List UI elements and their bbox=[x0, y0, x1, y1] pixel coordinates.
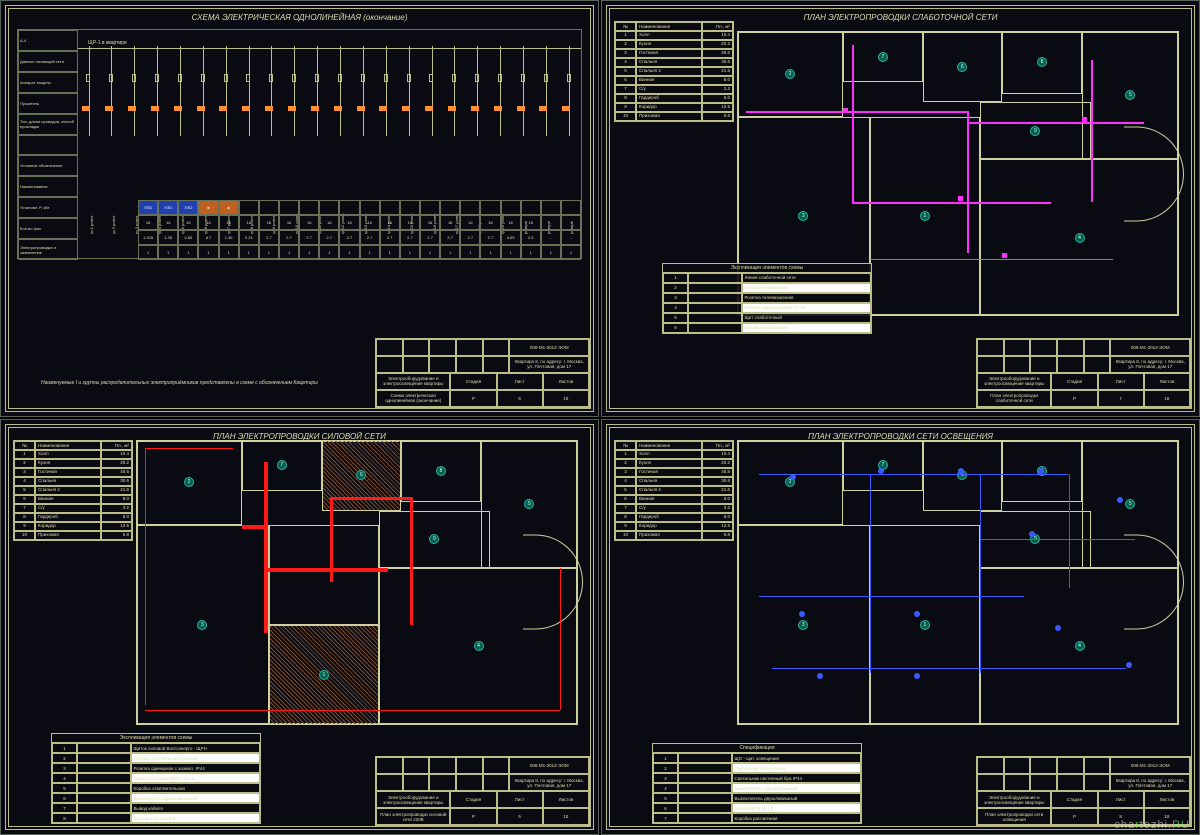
circuit: гр.5 розет. bbox=[169, 46, 190, 216]
room-schedule: №НаименованиеПл., м²1Холл10.42Кухня20.23… bbox=[614, 21, 734, 122]
circuit: гр.19 розет. bbox=[490, 46, 511, 216]
sld-row-header: Наименование bbox=[18, 176, 78, 197]
tb-doc: Схема электрическая однолинейная (оконча… bbox=[376, 390, 450, 407]
title-block: 008-М1-2012-ЭОМ Квартира 8, по адресу: г… bbox=[976, 756, 1191, 826]
sld-row-header: Тип, длина проводов, способ прокладки bbox=[18, 114, 78, 135]
circuit: гр.13 розет. bbox=[352, 46, 373, 216]
legend-table: Спецификация1ЩО - щит освещения2Светильн… bbox=[652, 743, 862, 824]
diagram-note: Наименуемые I и группы распределительных… bbox=[41, 380, 318, 386]
circuit: гр.16 розет. bbox=[421, 46, 442, 216]
legend-table: Экспликация элементов схемы1Линия слабот… bbox=[662, 263, 872, 334]
sld-circuits: гр.1 розет.гр.2 розет.гр.3 розет.гр.4 ро… bbox=[78, 30, 581, 260]
sld-row-header: Кол-во фаз bbox=[18, 218, 78, 239]
room-schedule: №НаименованиеПл., м²1Холл10.42Кухня20.23… bbox=[614, 440, 734, 541]
sld-row-header: А-4 bbox=[18, 30, 78, 51]
tb-object: Квартира 8, по адресу: г. Москва, ул. По… bbox=[509, 356, 589, 373]
circuit: гр.15 розет. bbox=[398, 46, 419, 216]
circuit: гр.14 розет. bbox=[375, 46, 396, 216]
circuit: гр.12 розет. bbox=[330, 46, 351, 216]
floor-plan: 2 7 6 8 5 3 1 9 4 bbox=[136, 440, 578, 725]
sld-row-header: Условное обозначение bbox=[18, 155, 78, 176]
watermark: chartezhi.RU bbox=[1114, 819, 1190, 831]
sheet-low-voltage-plan: ПЛАН ЭЛЕКТРОПРОВОДКИ СЛАБОТОЧНОЙ СЕТИ №Н… bbox=[601, 0, 1200, 417]
circuit: резерв bbox=[535, 46, 556, 216]
circuit: гр.3 розет. bbox=[124, 46, 145, 216]
room-schedule: №НаименованиеПл., м²1Холл10.42Кухня20.23… bbox=[13, 440, 133, 541]
sheet-power-plan: ПЛАН ЭЛЕКТРОПРОВОДКИ СИЛОВОЙ СЕТИ №Наиме… bbox=[0, 419, 599, 835]
title-block: 008-М1-2012-ЭОМ Квартира 8, по адресу: г… bbox=[375, 338, 590, 408]
circuit: гр.1 розет. bbox=[78, 46, 99, 216]
circuit: резерв bbox=[558, 46, 579, 216]
title-block: 008-М1-2012-ЭОМ Квартира 8, по адресу: г… bbox=[976, 338, 1191, 408]
sld-row-header: Пускатель bbox=[18, 93, 78, 114]
sld-row-headers: А-4Данные питающей сетиАппарат защитыПус… bbox=[18, 30, 78, 260]
floor-plan: 2 7 6 8 5 3 1 9 4 bbox=[737, 440, 1179, 725]
tb-section: Электрооборудование и электроосвещение к… bbox=[376, 373, 450, 390]
sheet-lighting-plan: ПЛАН ЭЛЕКТРОПРОВОДКИ СЕТИ ОСВЕЩЕНИЯ №Наи… bbox=[601, 419, 1200, 835]
tb-code: 008-М1-2012-ЭОМ bbox=[509, 339, 589, 356]
legend-table: Экспликация элементов схемы1Щиток силово… bbox=[51, 733, 261, 824]
circuit: гр.4 розет. bbox=[147, 46, 168, 216]
sld-row-header: Аппарат защиты bbox=[18, 72, 78, 93]
tb-page: 6 bbox=[497, 390, 543, 407]
circuit: резерв bbox=[512, 46, 533, 216]
single-line-diagram: А-4Данные питающей сетиАппарат защитыПус… bbox=[17, 29, 582, 259]
panel-label: ЩР-1 в квартире bbox=[88, 40, 127, 46]
circuit: гр.8 розет. bbox=[238, 46, 259, 216]
circuit: гр.6 розет. bbox=[192, 46, 213, 216]
sheet-single-line-diagram: СХЕМА ЭЛЕКТРИЧЕСКАЯ ОДНОЛИНЕЙНАЯ (оконча… bbox=[0, 0, 599, 417]
sld-row-header: Данные питающей сети bbox=[18, 51, 78, 72]
circuit: гр.10 розет. bbox=[284, 46, 305, 216]
tb-total: 18 bbox=[543, 390, 589, 407]
sld-row-header bbox=[18, 135, 78, 156]
circuit: гр.7 розет. bbox=[215, 46, 236, 216]
circuit: гр.18 розет. bbox=[467, 46, 488, 216]
circuit: гр.17 розет. bbox=[444, 46, 465, 216]
title-block: 008-М1-2012-ЭОМ Квартира 8, по адресу: г… bbox=[375, 756, 590, 826]
circuit: гр.11 розет. bbox=[307, 46, 328, 216]
circuit: гр.9 розет. bbox=[261, 46, 282, 216]
sld-row-header: Электропроводка и заземление bbox=[18, 239, 78, 260]
sld-row-header: Установл. Р, кВт bbox=[18, 197, 78, 218]
circuit: гр.2 розет. bbox=[101, 46, 122, 216]
